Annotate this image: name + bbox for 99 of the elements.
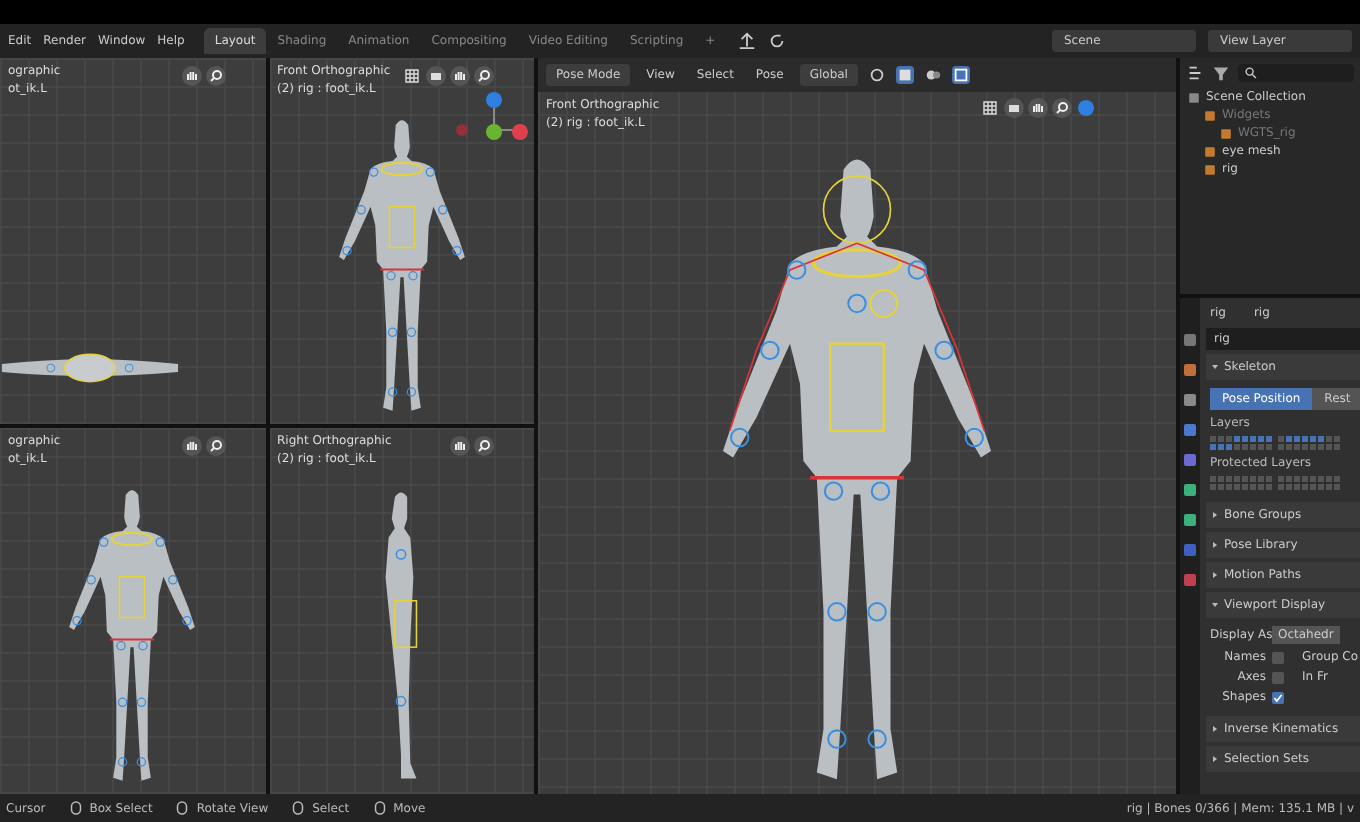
layer-toggle[interactable] [1310,444,1316,450]
layer-toggle[interactable] [1278,436,1284,442]
layer-toggle[interactable] [1310,476,1316,482]
layer-toggle[interactable] [1234,436,1240,442]
layer-toggle[interactable] [1250,476,1256,482]
zoom-icon[interactable] [1052,98,1072,118]
search-field[interactable] [1238,64,1354,82]
refresh-icon[interactable] [767,32,786,50]
properties-tab-icon[interactable] [1184,394,1196,406]
camera-icon[interactable] [1004,98,1024,118]
layer-toggle[interactable] [1226,436,1232,442]
layer-toggle[interactable] [1286,444,1292,450]
properties-tab-icon[interactable] [1184,334,1196,346]
layer-toggle[interactable] [1250,484,1256,490]
layer-toggle[interactable] [1210,484,1216,490]
layer-toggle[interactable] [1266,436,1272,442]
layer-toggle[interactable] [1318,484,1324,490]
layer-toggle[interactable] [1218,484,1224,490]
layer-toggle[interactable] [1258,444,1264,450]
layer-toggle[interactable] [1302,484,1308,490]
xray-icon[interactable] [951,66,970,84]
layer-toggle[interactable] [1234,484,1240,490]
mouse-icon [176,800,189,816]
layer-toggle[interactable] [1218,436,1224,442]
zoom-icon[interactable] [474,436,494,456]
layer-toggle[interactable] [1242,444,1248,450]
properties-tab-icon[interactable] [1184,544,1196,556]
mouse-icon [373,800,386,816]
zoom-icon[interactable] [205,436,225,456]
mouse-icon [69,800,82,816]
layer-toggle[interactable] [1218,476,1224,482]
layer-toggle[interactable] [1326,476,1332,482]
display-mode-icon[interactable] [1186,64,1204,82]
layer-toggle[interactable] [1286,436,1292,442]
zoom-icon[interactable] [205,66,225,86]
layer-toggle[interactable] [1210,436,1216,442]
layer-toggle[interactable] [1266,476,1272,482]
layer-toggle[interactable] [1326,436,1332,442]
layer-toggle[interactable] [1310,436,1316,442]
checkbox[interactable] [1272,691,1284,703]
filter-icon[interactable] [1212,64,1230,82]
grid-icon[interactable] [402,66,422,86]
layer-toggle[interactable] [1234,444,1240,450]
layer-toggle[interactable] [1234,476,1240,482]
layer-toggle[interactable] [1302,436,1308,442]
layer-toggle[interactable] [1334,444,1340,450]
properties-tab-icon[interactable] [1184,574,1196,586]
layer-toggle[interactable] [1250,436,1256,442]
layer-toggle[interactable] [1334,476,1340,482]
layer-toggle[interactable] [1294,476,1300,482]
grid-icon[interactable] [980,98,1000,118]
layer-toggle[interactable] [1266,444,1272,450]
layer-toggle[interactable] [1258,476,1264,482]
layer-toggle[interactable] [1294,436,1300,442]
layer-toggle[interactable] [1286,476,1292,482]
zoom-icon[interactable] [474,66,494,86]
layer-toggle[interactable] [1302,444,1308,450]
layer-toggle[interactable] [1210,444,1216,450]
mouse-icon [292,800,305,816]
snap-icon[interactable] [895,66,914,84]
layer-toggle[interactable] [1278,476,1284,482]
layer-toggle[interactable] [1318,436,1324,442]
checkbox[interactable] [1272,671,1284,683]
layer-toggle[interactable] [1278,484,1284,490]
layer-toggle[interactable] [1250,444,1256,450]
layer-toggle[interactable] [1286,484,1292,490]
camera-icon[interactable] [426,66,446,86]
layer-toggle[interactable] [1258,484,1264,490]
properties-tab-icon[interactable] [1184,454,1196,466]
layer-toggle[interactable] [1242,436,1248,442]
layer-toggle[interactable] [1226,444,1232,450]
search-icon [1244,66,1258,80]
layer-toggle[interactable] [1326,484,1332,490]
layer-toggle[interactable] [1318,444,1324,450]
layer-toggle[interactable] [1326,444,1332,450]
layer-toggle[interactable] [1218,444,1224,450]
properties-tab-icon[interactable] [1184,484,1196,496]
layer-toggle[interactable] [1258,436,1264,442]
pivot-icon[interactable] [867,66,886,84]
properties-tab-icon[interactable] [1184,424,1196,436]
layer-toggle[interactable] [1278,444,1284,450]
layer-toggle[interactable] [1302,476,1308,482]
layer-toggle[interactable] [1242,476,1248,482]
layer-toggle[interactable] [1294,484,1300,490]
layer-toggle[interactable] [1226,484,1232,490]
layer-toggle[interactable] [1226,476,1232,482]
layer-toggle[interactable] [1310,484,1316,490]
layer-toggle[interactable] [1318,476,1324,482]
checkbox[interactable] [1272,651,1284,663]
overlay-icon[interactable] [923,66,942,84]
layer-toggle[interactable] [1334,484,1340,490]
layer-toggle[interactable] [1294,444,1300,450]
upload-icon[interactable] [737,32,756,50]
properties-tab-icon[interactable] [1184,514,1196,526]
layer-toggle[interactable] [1266,484,1272,490]
layer-toggle[interactable] [1210,476,1216,482]
properties-tab-icon[interactable] [1184,364,1196,376]
layer-toggle[interactable] [1242,484,1248,490]
layer-toggle[interactable] [1334,436,1340,442]
